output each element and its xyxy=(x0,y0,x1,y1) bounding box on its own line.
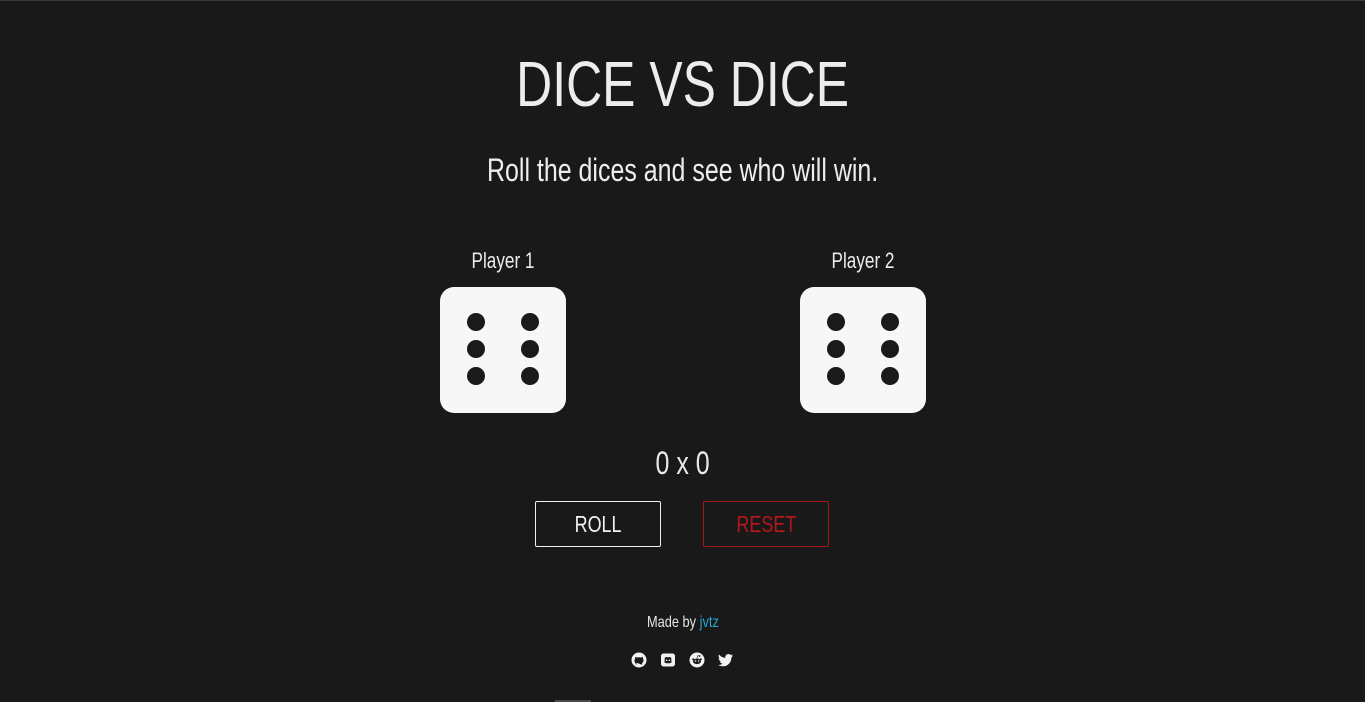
die-pip xyxy=(827,340,845,358)
die-pip xyxy=(827,313,845,331)
window-top-border xyxy=(0,0,1365,1)
discord-link[interactable] xyxy=(660,651,677,668)
die-pip xyxy=(881,340,899,358)
reddit-icon xyxy=(689,652,705,667)
die-pip xyxy=(521,313,539,331)
discord-icon xyxy=(661,653,675,666)
player-2-die xyxy=(800,287,926,413)
footer-credit-inner: Made by jvtz xyxy=(647,612,719,634)
author-link[interactable]: jvtz xyxy=(699,614,718,631)
github-icon xyxy=(631,652,647,667)
player-2-label: Player 2 xyxy=(831,248,895,273)
die-pip xyxy=(467,313,485,331)
player-1-die xyxy=(440,287,566,413)
page-title: DICE VS DICE xyxy=(516,48,850,120)
roll-button-label: ROLL xyxy=(574,510,622,537)
die-pip xyxy=(467,367,485,385)
player-1-label: Player 1 xyxy=(471,248,535,273)
page: DICE VS DICE Roll the dices and see who … xyxy=(0,0,1365,702)
roll-button[interactable]: ROLL xyxy=(535,501,661,547)
die-pip xyxy=(827,367,845,385)
footer-credit: Made by jvtz xyxy=(0,612,1365,634)
die-pip xyxy=(881,313,899,331)
reset-button-label: RESET xyxy=(736,510,796,537)
player-2-panel: Player 2 xyxy=(799,246,927,413)
player-1-panel: Player 1 xyxy=(439,246,567,413)
twitter-icon xyxy=(718,653,733,666)
page-subtitle: Roll the dices and see who will win. xyxy=(486,152,879,188)
made-by-label: Made by xyxy=(646,614,696,631)
score-display: 0 x 0 xyxy=(655,445,710,481)
twitter-link[interactable] xyxy=(718,651,735,668)
github-link[interactable] xyxy=(631,651,648,668)
die-pip xyxy=(521,367,539,385)
reset-button[interactable]: RESET xyxy=(703,501,829,547)
die-pip xyxy=(881,367,899,385)
social-links xyxy=(0,651,1365,668)
reddit-link[interactable] xyxy=(689,651,706,668)
die-pip xyxy=(521,340,539,358)
die-pip xyxy=(467,340,485,358)
